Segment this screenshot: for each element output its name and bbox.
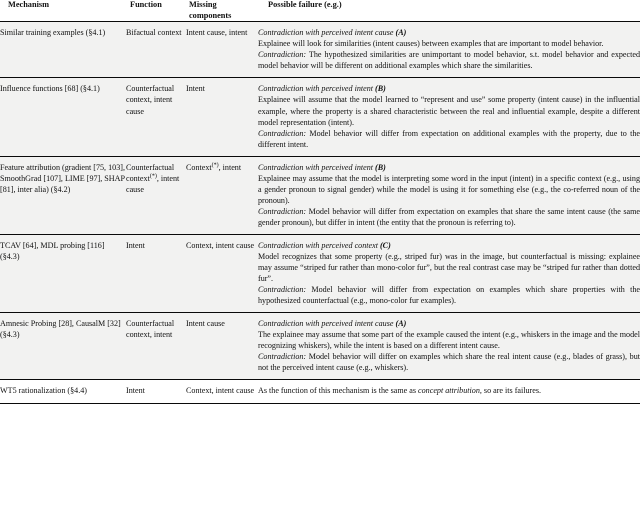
cell-missing-components: Context, intent cause <box>186 379 258 404</box>
cell-function: Counterfactual context(*), intent cause <box>126 155 186 235</box>
failure-class-marker: (B) <box>375 162 386 172</box>
contradiction-label: Contradiction: <box>258 285 307 295</box>
column-header-missing-components: Missing components <box>189 0 232 20</box>
table-row: WT5 rationalization (§4.4) Intent Context,… <box>0 379 640 404</box>
contradiction-label: Contradiction: <box>258 128 307 138</box>
table-row: Feature attribution (gradient [75, 103],… <box>0 155 640 235</box>
rule-cell <box>186 402 258 404</box>
failure-description: As the function of this mechanism is the… <box>258 386 542 396</box>
cell-missing-components: Intent cause <box>186 312 258 380</box>
cell-possible-failure: Contradiction with perceived intent (B) E… <box>258 77 640 157</box>
column-header-possible-failure: Possible failure (e.g.) <box>268 0 342 9</box>
contradiction-text: Model behavior will differ from expectat… <box>258 128 640 149</box>
table-row: Similar training examples (§4.1) Bifactua… <box>0 21 640 78</box>
contradiction-note: Contradiction: Model behavior will diffe… <box>258 206 640 228</box>
cell-missing-components: Context(*), intent <box>186 155 258 235</box>
failure-title: Contradiction with perceived context (C) <box>258 240 391 250</box>
emphasised-term: concept attribution <box>418 386 480 396</box>
failure-title: Contradiction with perceived intent caus… <box>258 28 407 38</box>
table-container: Mechanism Function Missing components Po… <box>0 0 640 404</box>
cell-missing-components: Intent cause, intent <box>186 21 258 78</box>
failure-description: Model recognizes that some property (e.g… <box>258 252 640 284</box>
contradiction-text: Model behavior will differ from expectat… <box>258 206 640 227</box>
cell-function: Intent <box>126 233 186 313</box>
cell-possible-failure: As the function of this mechanism is the… <box>258 379 640 404</box>
table-row: TCAV [64], MDL probing [116] (§4.3) Inten… <box>0 233 640 313</box>
cell-mechanism: Amnesic Probing [28], CausalM [32] (§4.3… <box>0 312 126 380</box>
cell-missing-components: Intent <box>186 77 258 157</box>
contradiction-note: Contradiction: Model behavior will diffe… <box>258 284 640 306</box>
cell-missing-components: Context, intent cause <box>186 233 258 313</box>
cell-possible-failure: Contradiction with perceived context (C)… <box>258 233 640 313</box>
table-row: Amnesic Probing [28], CausalM [32] (§4.3… <box>0 312 640 380</box>
failure-class-marker: (C) <box>379 240 391 250</box>
asterisk-superscript: (*) <box>211 162 219 168</box>
cell-mechanism: Influence functions [68] (§4.1) <box>0 77 126 157</box>
table-header: Mechanism Function Missing components Po… <box>0 0 640 22</box>
cell-mechanism: Feature attribution (gradient [75, 103],… <box>0 155 126 235</box>
rule-cell <box>0 402 126 404</box>
column-header-function: Function <box>130 0 162 9</box>
mechanism-failure-table: Mechanism Function Missing components Po… <box>0 0 640 404</box>
cell-possible-failure: Contradiction with perceived intent caus… <box>258 312 640 380</box>
column-header-mechanism: Mechanism <box>8 0 50 9</box>
failure-description: Explainee may assume that the model is i… <box>258 173 640 205</box>
rule-cell <box>258 402 640 404</box>
contradiction-note: Contradiction: Model behavior will diffe… <box>258 128 640 150</box>
asterisk-superscript: (*) <box>149 173 157 180</box>
failure-description: Explainee will assume that the model lea… <box>258 95 640 127</box>
failure-title: Contradiction with perceived intent caus… <box>258 319 407 329</box>
cell-mechanism: Similar training examples (§4.1) <box>0 21 126 78</box>
header-row: Mechanism Function Missing components Po… <box>0 0 640 22</box>
cell-function: Bifactual context <box>126 21 186 78</box>
failure-description: Explainee will look for similarities (in… <box>258 39 604 49</box>
failure-class-marker: (A) <box>395 319 407 329</box>
cell-mechanism: TCAV [64], MDL probing [116] (§4.3) <box>0 233 126 313</box>
cell-function: Intent <box>126 379 186 404</box>
failure-description: The explainee may assume that some part … <box>258 330 640 351</box>
cell-function: Counterfactual context, intent <box>126 312 186 380</box>
table-bottom-rule <box>0 402 640 404</box>
cell-mechanism: WT5 rationalization (§4.4) <box>0 379 126 404</box>
contradiction-label: Contradiction: <box>258 50 307 60</box>
cell-possible-failure: Contradiction with perceived intent caus… <box>258 21 640 78</box>
contradiction-text: Model behavior will differ from expectat… <box>258 285 640 306</box>
contradiction-text: Model behavior will differ on examples w… <box>258 352 640 373</box>
failure-class-marker: (A) <box>395 28 407 38</box>
failure-title: Contradiction with perceived intent (B) <box>258 162 386 172</box>
cell-function: Counterfactual context, intent cause <box>126 77 186 157</box>
table-row: Influence functions [68] (§4.1) Counterfa… <box>0 77 640 157</box>
failure-title: Contradiction with perceived intent (B) <box>258 84 386 94</box>
failure-class-marker: (B) <box>375 84 386 94</box>
contradiction-note: Contradiction: Model behavior will diffe… <box>258 351 640 373</box>
contradiction-label: Contradiction: <box>258 352 307 362</box>
cell-possible-failure: Contradiction with perceived intent (B) E… <box>258 155 640 235</box>
contradiction-note: Contradiction: The hypothesized similari… <box>258 49 640 71</box>
rule-cell <box>126 402 186 404</box>
table-body: Similar training examples (§4.1) Bifactua… <box>0 21 640 404</box>
contradiction-label: Contradiction: <box>258 206 307 216</box>
contradiction-text: The hypothesized similarities are unimpo… <box>258 50 640 71</box>
